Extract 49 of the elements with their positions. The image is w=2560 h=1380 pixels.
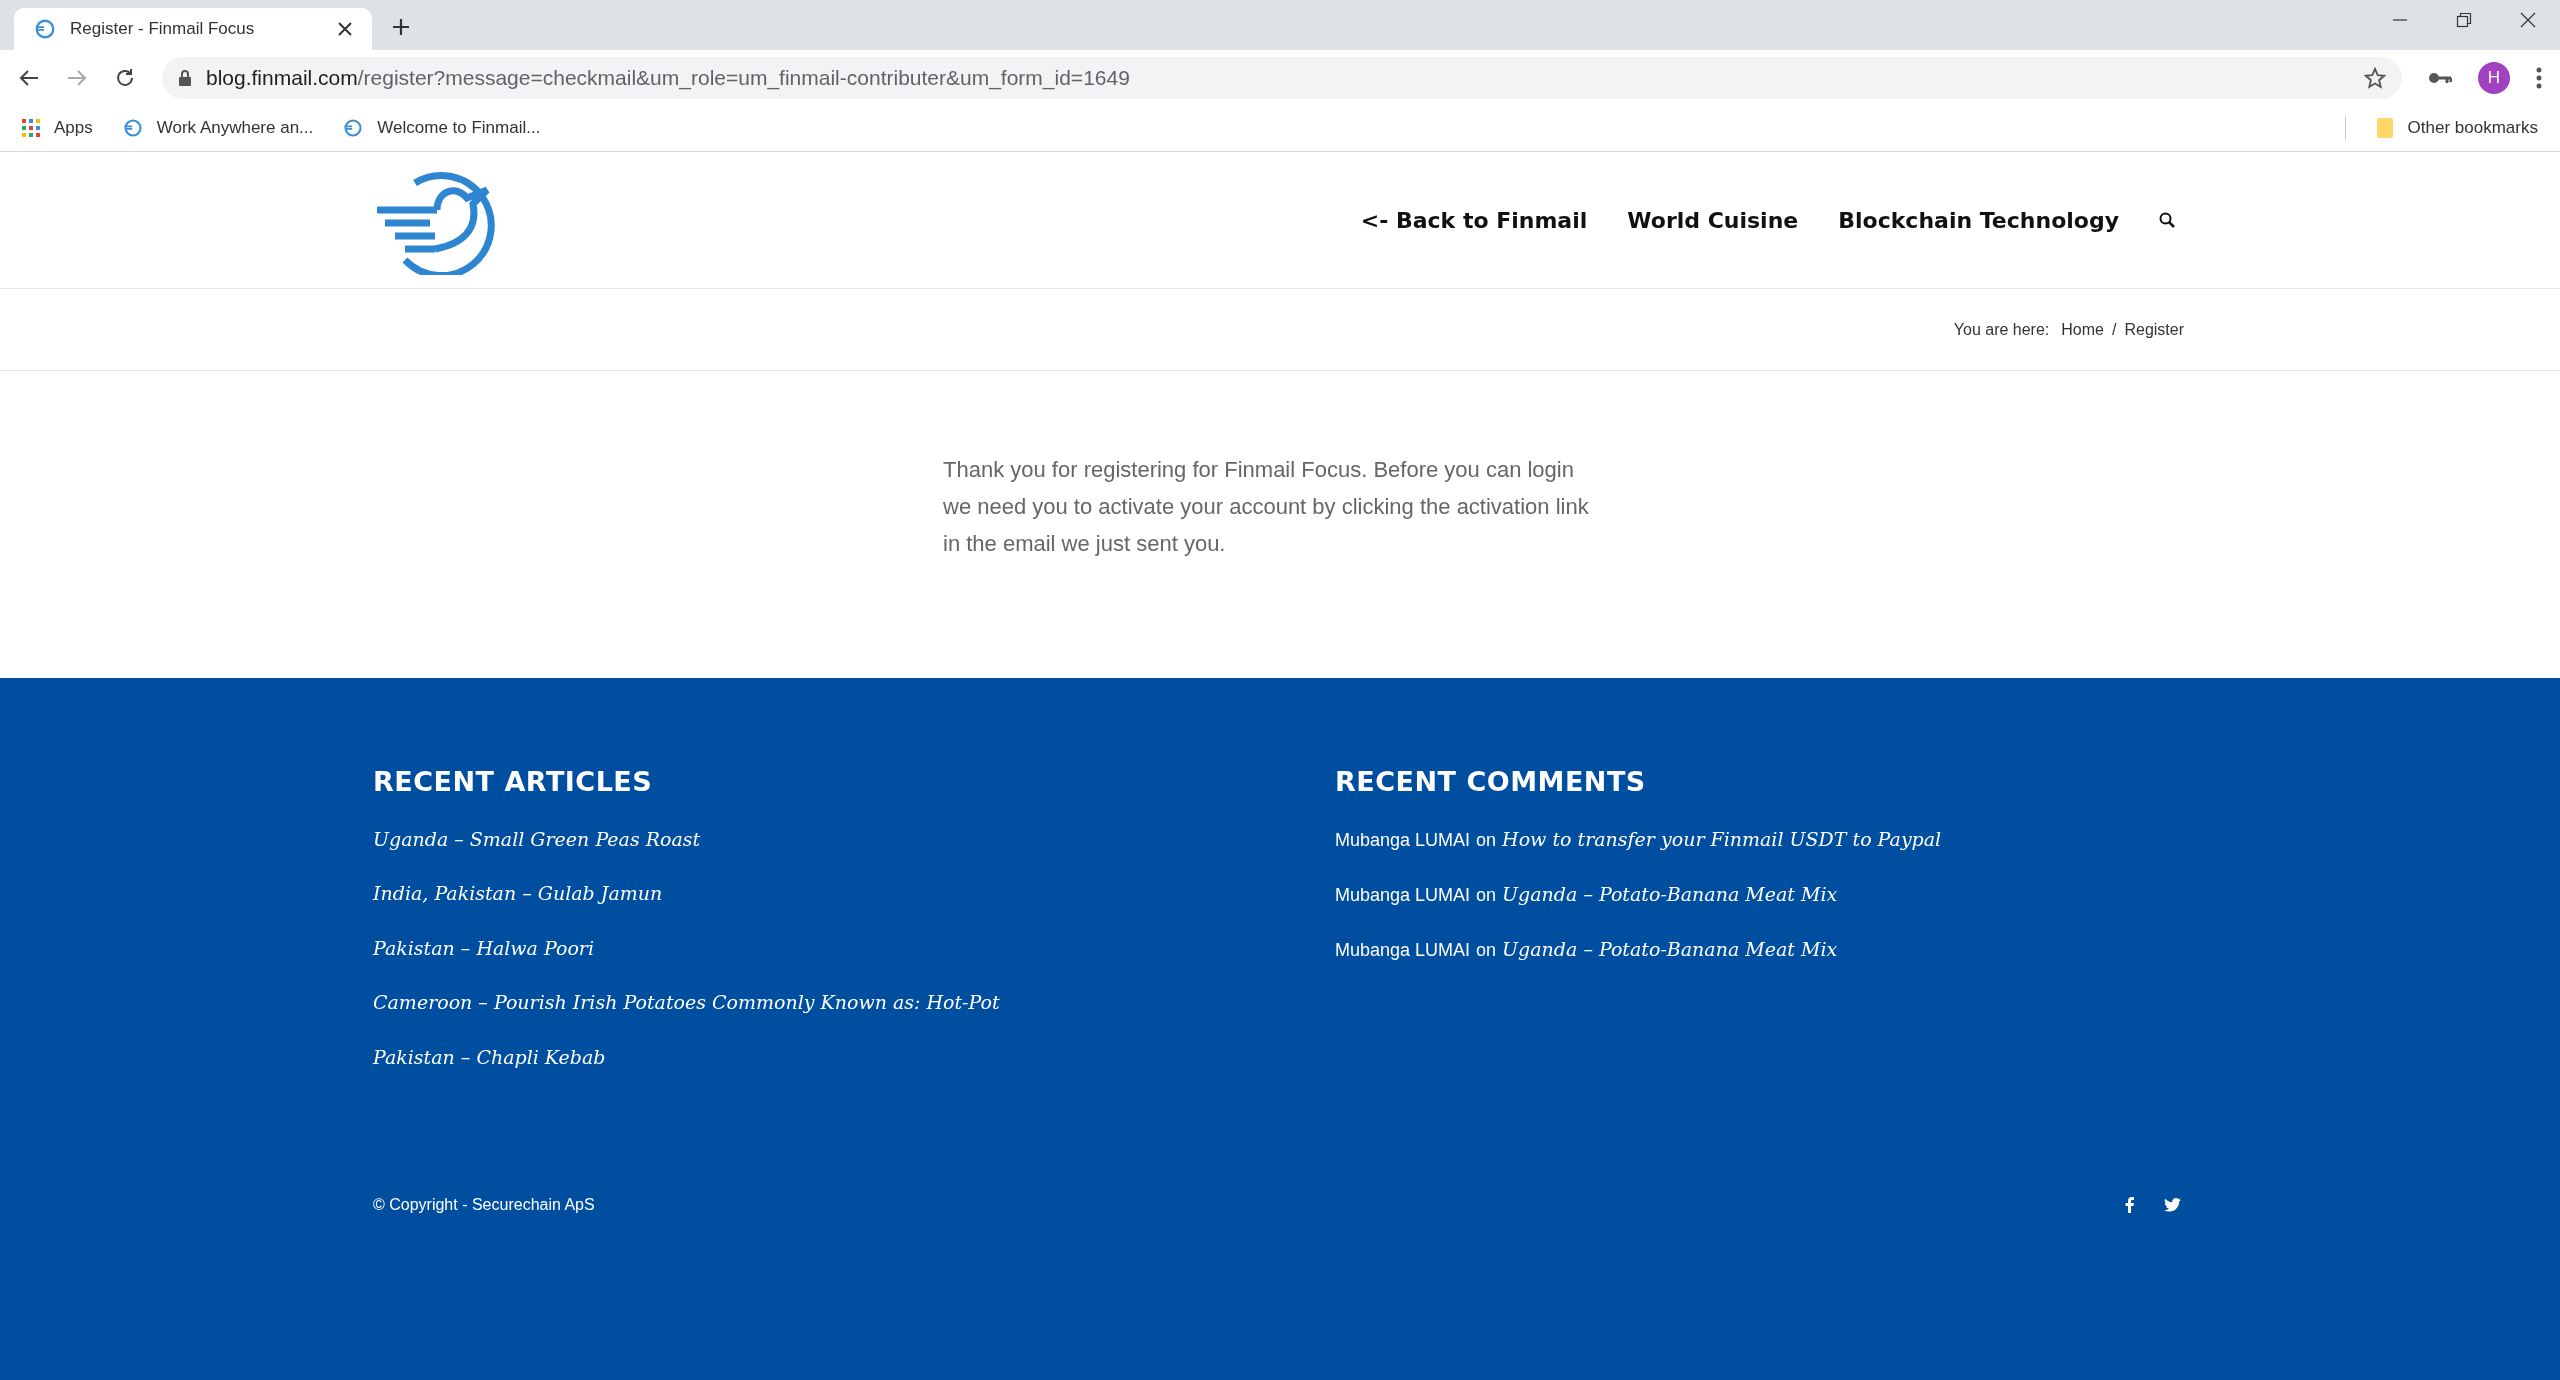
restore-icon[interactable] xyxy=(2456,12,2472,28)
comment-author: Mubanga LUMAI xyxy=(1335,828,1471,852)
breadcrumb-separator: / xyxy=(2111,319,2117,340)
bookmark[interactable]: Apps xyxy=(22,115,93,141)
confirmation-message: Thank you for registering for Finmail Focus. Before you can login we need you to activate your account by clicking the activation link in the email we just sent you. xyxy=(943,456,1590,558)
address-bar[interactable]: blog.finmail.com/register?message=checkmail&um_role=um_finmail-contributer&um_form_id=1649 xyxy=(162,56,2402,99)
star-icon[interactable] xyxy=(2364,66,2386,89)
tab-title: Register - Finmail Focus xyxy=(70,18,256,41)
article-link[interactable]: Uganda – Small Green Peas Roast xyxy=(373,824,1335,853)
comment-post-link[interactable]: Uganda – Potato-Banana Meat Mix xyxy=(1502,879,1838,908)
article-link[interactable]: Pakistan – Chapli Kebab xyxy=(373,1042,1335,1071)
comment-post-link[interactable]: How to transfer your Finmail USDT to Paypal xyxy=(1502,824,1942,853)
article-link[interactable]: Cameroon – Pourish Irish Potatoes Commonly Known as: Hot-Pot xyxy=(373,988,1335,1017)
breadcrumb-current-page: Register xyxy=(2124,319,2184,340)
comment-post-link[interactable]: Uganda – Potato-Banana Meat Mix xyxy=(1502,934,1838,963)
new-tab-icon[interactable] xyxy=(392,18,410,36)
article-link[interactable]: India, Pakistan – Gulab Jamun xyxy=(373,879,1335,908)
comment-connector: on xyxy=(1476,883,1497,907)
comment-connector: on xyxy=(1476,938,1497,962)
folder-icon xyxy=(2375,117,2394,139)
close-window-icon[interactable] xyxy=(2520,12,2536,28)
search-icon[interactable] xyxy=(2159,212,2175,228)
bookmark[interactable]: Welcome to Finmail... xyxy=(343,115,541,141)
twitter-icon[interactable] xyxy=(2164,1198,2181,1212)
comment-connector: on xyxy=(1476,828,1497,852)
bookmark[interactable]: Work Anywhere an... xyxy=(122,115,314,141)
copyright-text: © Copyright - Securechain ApS xyxy=(373,1195,596,1215)
bookmark-folder[interactable]: Other bookmarks xyxy=(2375,115,2538,141)
menu-icon[interactable] xyxy=(2536,66,2542,89)
bookmark-label: Other bookmarks xyxy=(2407,117,2538,140)
browser-tab[interactable]: Register - Finmail Focus xyxy=(14,8,372,50)
nav-link[interactable]: World Cuisine xyxy=(1627,203,1799,237)
breadcrumb-link[interactable]: Home xyxy=(2061,317,2104,342)
nav-link[interactable]: Blockchain Technology xyxy=(1838,203,2119,237)
article-link[interactable]: Pakistan – Halwa Poori xyxy=(373,933,1335,962)
close-icon[interactable] xyxy=(338,22,352,36)
url-text: blog.finmail.com/register?message=checkmail&um_role=um_finmail-contributer&um_form_id=1649 xyxy=(206,64,1131,92)
lock-icon xyxy=(178,69,192,86)
comment-author: Mubanga LUMAI xyxy=(1335,938,1471,962)
section-heading: RECENT ARTICLES xyxy=(373,765,654,799)
facebook-icon[interactable] xyxy=(2125,1197,2134,1213)
profile-avatar[interactable]: H xyxy=(2478,61,2510,94)
nav-link[interactable]: <- Back to Finmail xyxy=(1360,203,1588,237)
comment-author: Mubanga LUMAI xyxy=(1335,883,1471,907)
section-heading: RECENT COMMENTS xyxy=(1335,765,1647,799)
apps-grid-icon xyxy=(22,119,40,137)
key-icon[interactable] xyxy=(2428,70,2452,85)
breadcrumb-label: You are here: xyxy=(1953,319,2050,340)
reload-icon[interactable] xyxy=(114,66,136,89)
